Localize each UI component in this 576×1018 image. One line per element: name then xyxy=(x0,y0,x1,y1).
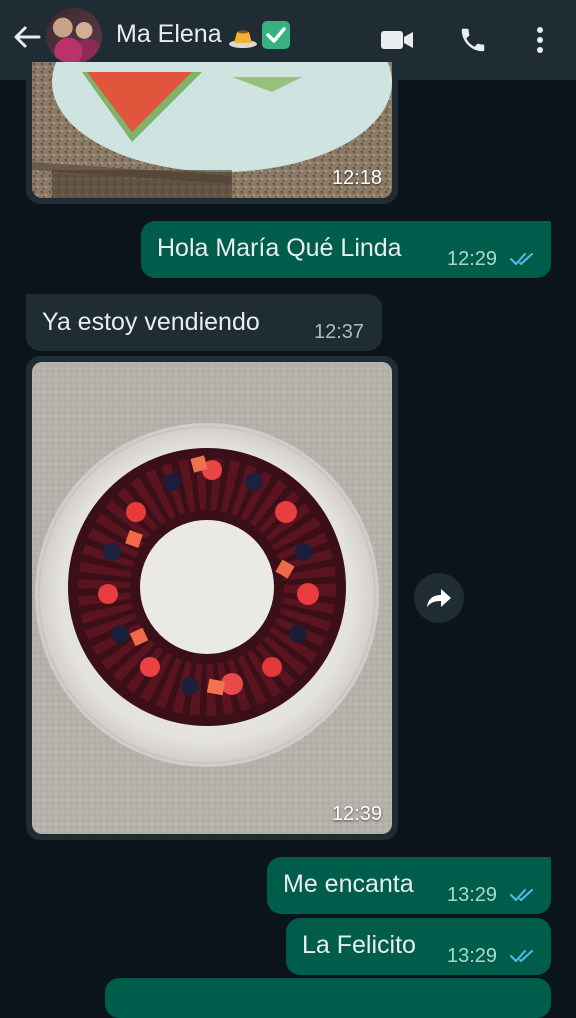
read-ticks-icon xyxy=(510,253,533,265)
forward-icon xyxy=(427,589,451,607)
outgoing-text-message[interactable]: Hola María Qué Linda 12:29 xyxy=(141,221,551,278)
outgoing-text-message[interactable]: La Felicito 13:29 xyxy=(286,918,551,975)
read-ticks-icon xyxy=(510,889,533,901)
incoming-image-message[interactable]: 12:39 xyxy=(26,356,398,840)
more-options-icon[interactable] xyxy=(520,20,560,60)
flan-emoji-icon xyxy=(228,24,257,48)
forward-button[interactable] xyxy=(414,573,464,623)
message-time: 12:29 xyxy=(447,248,498,270)
check-mark-button-icon xyxy=(261,20,290,49)
contact-title[interactable]: Ma Elena xyxy=(116,20,290,49)
message-text: Me encanta xyxy=(283,870,414,898)
message-time: 12:18 xyxy=(331,167,382,189)
message-time: 12:37 xyxy=(314,321,365,343)
read-ticks-icon xyxy=(510,950,533,962)
incoming-text-message[interactable]: Ya estoy vendiendo 12:37 xyxy=(26,294,382,351)
message-time: 13:29 xyxy=(447,884,498,906)
message-text: Ya estoy vendiendo xyxy=(42,308,260,336)
incoming-image-message[interactable]: 12:18 xyxy=(26,62,398,204)
message-time: 12:39 xyxy=(331,803,382,825)
contact-name: Ma Elena xyxy=(116,20,222,48)
outgoing-text-message[interactable] xyxy=(105,978,551,1018)
video-call-icon[interactable] xyxy=(377,20,417,60)
contact-avatar[interactable] xyxy=(46,8,102,64)
message-time: 13:29 xyxy=(447,945,498,967)
watermelon-photo[interactable]: 12:18 xyxy=(32,62,392,198)
gelatin-photo[interactable]: 12:39 xyxy=(32,362,392,834)
outgoing-text-message[interactable]: Me encanta 13:29 xyxy=(267,857,551,914)
message-text: La Felicito xyxy=(302,931,416,959)
back-arrow-icon[interactable] xyxy=(10,20,44,54)
message-text: Hola María Qué Linda xyxy=(157,234,402,262)
phone-icon[interactable] xyxy=(453,20,493,60)
